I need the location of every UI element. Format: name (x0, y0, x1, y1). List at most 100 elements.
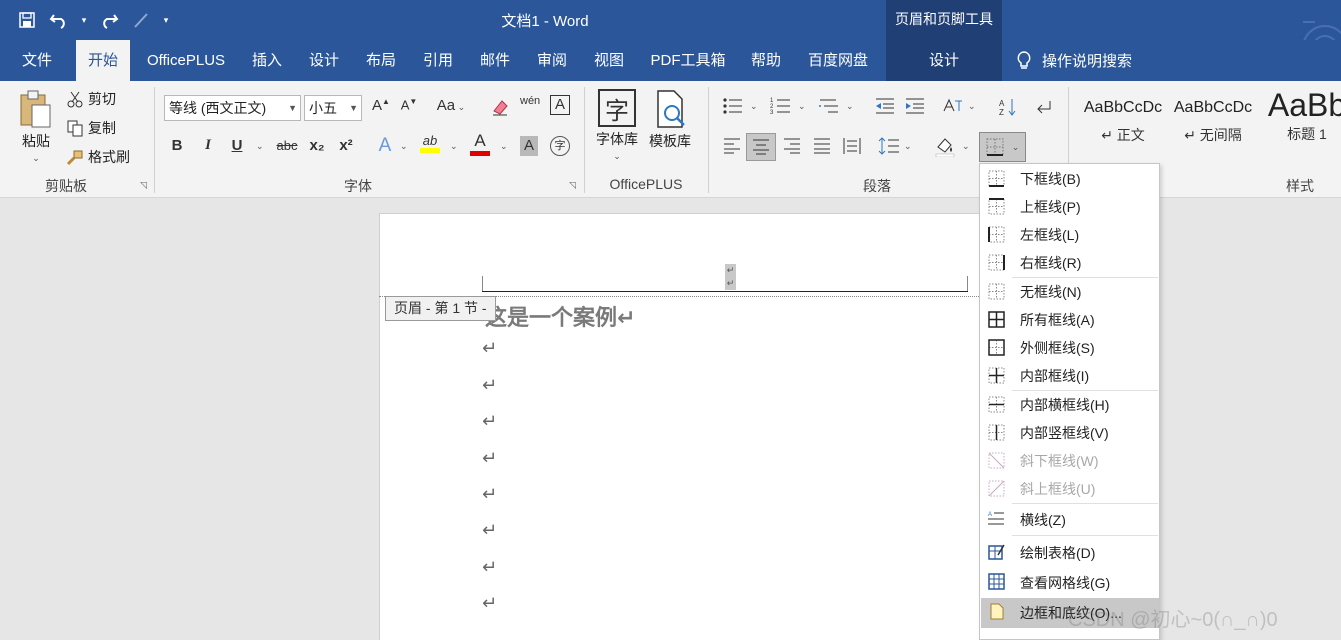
bullets-dropdown-icon[interactable]: ⌄ (750, 101, 758, 112)
line-spacing-icon[interactable] (878, 136, 900, 156)
font-library-button[interactable]: 字 字体库 ⌄ (596, 89, 638, 162)
text-effects-icon[interactable]: A (374, 135, 396, 157)
enclose-characters-icon[interactable]: 字 (550, 136, 570, 156)
tab-file[interactable]: 文件 (12, 40, 62, 81)
font-color-icon[interactable]: A (470, 131, 490, 156)
italic-button[interactable]: I (197, 137, 219, 154)
multilevel-dropdown-icon[interactable]: ⌄ (846, 101, 854, 112)
strikethrough-button[interactable]: abc (272, 138, 302, 153)
copy-button[interactable]: 复制 (66, 118, 116, 138)
shrink-font-icon[interactable]: A▼ (398, 97, 420, 112)
tab-mailings[interactable]: 邮件 (470, 40, 520, 81)
sort-icon[interactable]: AZ (998, 97, 1018, 117)
tab-layout[interactable]: 布局 (356, 40, 406, 81)
line-spacing-dropdown-icon[interactable]: ⌄ (904, 141, 912, 152)
menu-item-all-borders[interactable]: 所有框线(A) (981, 306, 1159, 334)
numbering-icon[interactable]: 123 (770, 97, 792, 115)
text-effects-dropdown-icon[interactable]: ⌄ (400, 141, 408, 152)
clear-formatting-icon[interactable] (490, 97, 510, 117)
paragraph-mark[interactable]: ↵ (482, 448, 497, 469)
group-separator (708, 87, 709, 193)
header-paragraph-mark[interactable]: ↵ ↵ (725, 264, 736, 290)
font-launcher-icon[interactable]: ◹ (569, 180, 576, 191)
paragraph-mark[interactable]: ↵ (482, 484, 497, 505)
borders-button[interactable]: ⌄ (979, 132, 1026, 162)
officeplus-group-label: OfficePLUS (609, 176, 683, 192)
tab-baidu-netdisk[interactable]: 百度网盘 (800, 40, 876, 81)
character-shading-icon[interactable]: A (520, 136, 538, 156)
justify-icon[interactable] (812, 137, 832, 155)
paragraph-mark[interactable]: ↵ (482, 411, 497, 432)
chinese-layout-icon[interactable] (942, 97, 964, 115)
font-color-label: A (474, 131, 486, 150)
grow-font-icon[interactable]: A▲ (370, 97, 392, 114)
superscript-button[interactable]: x² (335, 137, 357, 154)
tab-references[interactable]: 引用 (413, 40, 463, 81)
tab-help[interactable]: 帮助 (741, 40, 791, 81)
distributed-icon[interactable] (842, 136, 862, 156)
change-case-button[interactable]: Aa ⌄ (434, 97, 468, 114)
menu-item-top-border[interactable]: 上框线(P) (981, 193, 1159, 221)
font-size-box[interactable]: 小五 ▼ (304, 95, 362, 121)
decrease-indent-icon[interactable] (874, 97, 896, 115)
align-right-icon[interactable] (782, 137, 802, 155)
paragraph-mark[interactable]: ↵ (482, 338, 497, 359)
paragraph-mark[interactable]: ↵ (482, 520, 497, 541)
bullets-icon[interactable] (722, 97, 744, 115)
menu-item-left-border[interactable]: 左框线(L) (981, 221, 1159, 249)
menu-item-no-border[interactable]: 无框线(N) (981, 278, 1159, 306)
menu-item-bottom-border[interactable]: 下框线(B) (981, 165, 1159, 193)
paragraph-mark[interactable]: ↵ (482, 593, 497, 614)
tab-view[interactable]: 视图 (584, 40, 634, 81)
character-border-icon[interactable]: A (550, 95, 570, 115)
menu-item-inside-horizontal-border[interactable]: 内部横框线(H) (981, 391, 1159, 419)
phonetic-guide-icon[interactable]: wén (520, 96, 540, 107)
clipboard-launcher-icon[interactable]: ◹ (140, 180, 147, 191)
bold-button[interactable]: B (166, 137, 188, 154)
menu-item-right-border[interactable]: 右框线(R) (981, 249, 1159, 277)
align-left-icon[interactable] (722, 137, 742, 155)
document-heading[interactable]: 这是一个案例↵ (485, 300, 635, 332)
numbering-dropdown-icon[interactable]: ⌄ (798, 101, 806, 112)
paste-dropdown-icon[interactable]: ⌄ (32, 153, 40, 164)
font-name-box[interactable]: 等线 (西文正文) ▼ (164, 95, 301, 121)
paragraph-mark[interactable]: ↵ (482, 375, 497, 396)
tab-officeplus[interactable]: OfficePLUS (138, 40, 234, 81)
template-library-button[interactable]: 模板库 (649, 89, 691, 151)
chinese-layout-dropdown-icon[interactable]: ⌄ (968, 101, 976, 112)
show-marks-icon[interactable] (1034, 97, 1054, 117)
menu-item-inside-vertical-border[interactable]: 内部竖框线(V) (981, 419, 1159, 447)
tab-home[interactable]: 开始 (76, 40, 130, 81)
paragraph-mark[interactable]: ↵ (482, 557, 497, 578)
cut-button[interactable]: 剪切 (66, 89, 116, 109)
multilevel-list-icon[interactable] (818, 97, 840, 115)
subscript-button[interactable]: x₂ (306, 137, 328, 154)
highlight-icon[interactable]: ab (420, 133, 440, 153)
tell-me-search[interactable]: 操作说明搜索 (1016, 40, 1132, 81)
menu-item-draw-table[interactable]: 绘制表格(D) (981, 538, 1159, 568)
menu-item-horizontal-line[interactable]: A 横线(Z) (981, 505, 1159, 535)
paste-button[interactable]: 粘贴 ⌄ (18, 89, 54, 164)
paragraph-shading-icon[interactable] (934, 135, 956, 157)
paragraph-mark: ↵ (726, 278, 735, 288)
style-normal[interactable]: AaBbCcDc ↵ 正文 (1080, 87, 1166, 163)
tab-pdf-tools[interactable]: PDF工具箱 (643, 40, 733, 81)
tab-design[interactable]: 设计 (299, 40, 349, 81)
style-heading-1[interactable]: AaBb 标题 1 (1264, 87, 1341, 163)
style-no-spacing[interactable]: AaBbCcDc ↵ 无间隔 (1170, 87, 1256, 163)
menu-item-outside-borders[interactable]: 外侧框线(S) (981, 334, 1159, 362)
tab-header-footer-design[interactable]: 设计 (886, 40, 1002, 81)
tab-review[interactable]: 审阅 (527, 40, 577, 81)
format-painter-button[interactable]: 格式刷 (66, 147, 130, 167)
menu-item-inside-borders[interactable]: 内部框线(I) (981, 362, 1159, 390)
highlight-dropdown-icon[interactable]: ⌄ (450, 141, 458, 152)
horizontal-line-icon: A (988, 512, 1004, 525)
underline-dropdown-icon[interactable]: ⌄ (256, 141, 264, 152)
increase-indent-icon[interactable] (904, 97, 926, 115)
tab-insert[interactable]: 插入 (242, 40, 292, 81)
underline-button[interactable]: U (226, 137, 248, 154)
font-color-dropdown-icon[interactable]: ⌄ (500, 141, 508, 152)
menu-item-view-gridlines[interactable]: 查看网格线(G) (981, 568, 1159, 598)
align-center-icon[interactable] (746, 133, 776, 161)
shading-dropdown-icon[interactable]: ⌄ (962, 141, 970, 152)
